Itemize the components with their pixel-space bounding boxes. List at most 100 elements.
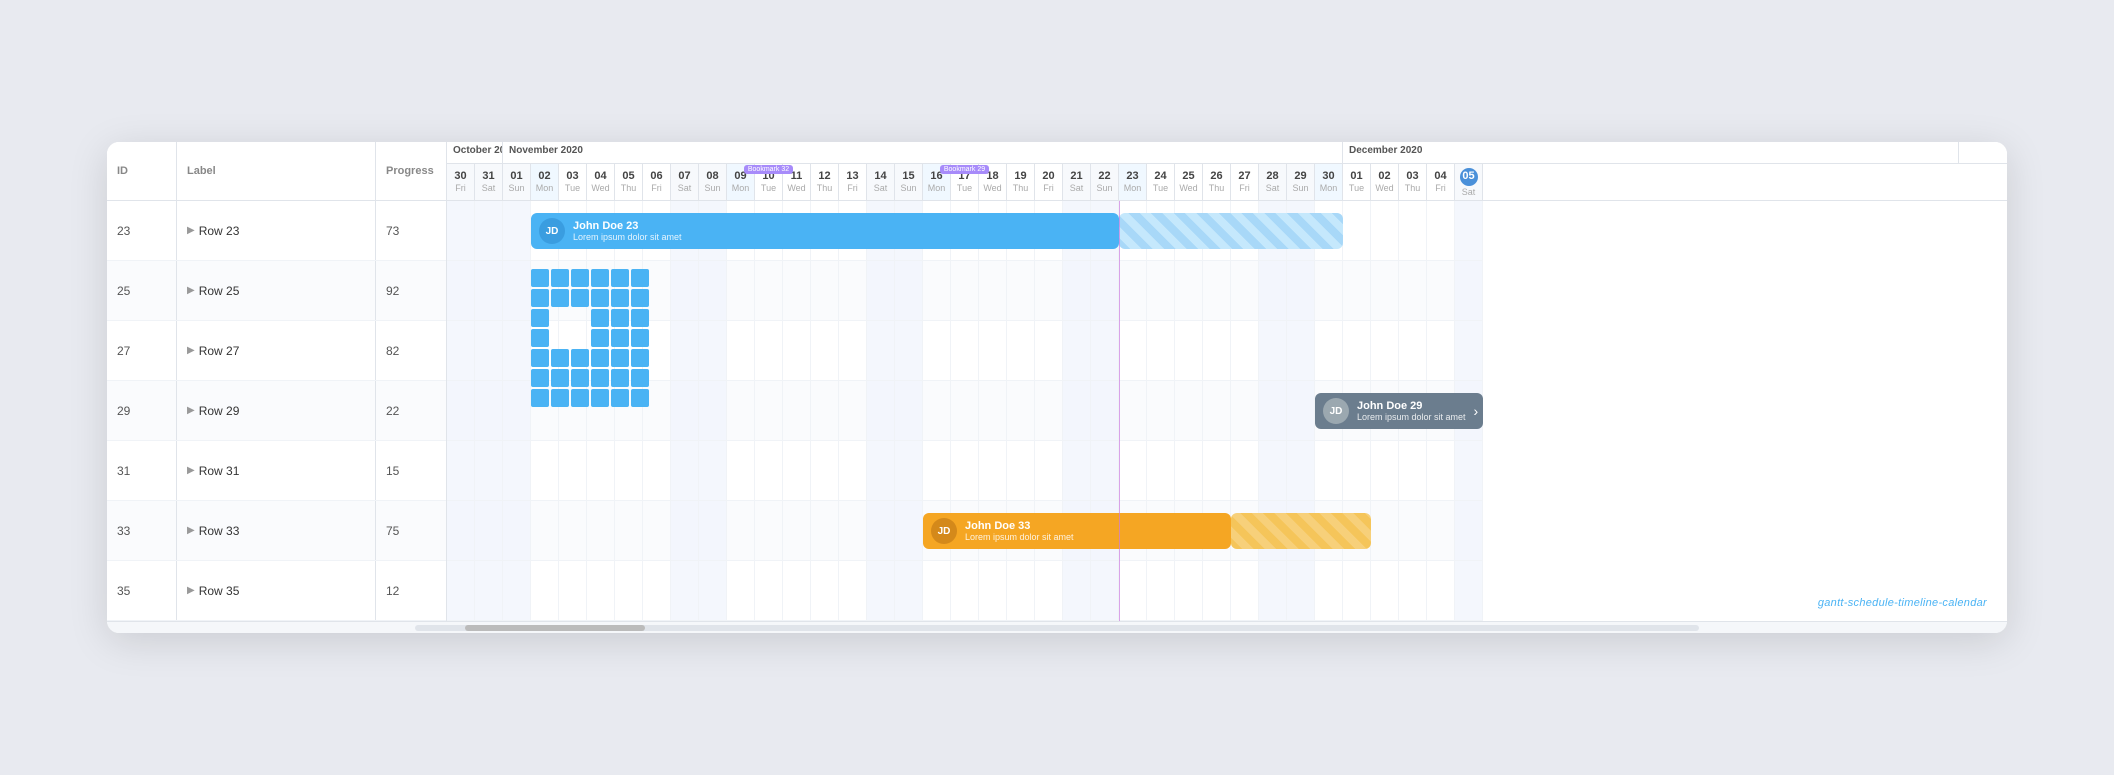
cell-label: ▶ Row 27 xyxy=(177,321,376,380)
gantt-bar[interactable]: JDJohn Doe 29Lorem ipsum dolor sit amet› xyxy=(1315,393,1483,429)
day-num: 26 xyxy=(1210,171,1222,182)
timeline-cell xyxy=(447,381,475,440)
timeline-cell xyxy=(699,441,727,500)
watermark-label: gantt-schedule-timeline-calendar xyxy=(1818,597,1987,609)
date-cell-13: 12Thu xyxy=(811,164,839,200)
timeline-cell xyxy=(811,381,839,440)
cell-id: 29 xyxy=(107,381,177,440)
timeline-cell xyxy=(475,381,503,440)
cell-label: ▶Row 23 xyxy=(177,201,376,260)
date-row: 30Fri31Sat01Sun02Mon03Tue04Wed05Thu06Fri… xyxy=(447,164,2007,200)
timeline-cell xyxy=(1147,441,1175,500)
timeline-cell xyxy=(1035,441,1063,500)
day-name: Fri xyxy=(1043,184,1054,193)
timeline-cell xyxy=(1259,261,1287,320)
day-name: Sun xyxy=(1096,184,1112,193)
timeline-cell xyxy=(895,501,923,560)
timeline-cell xyxy=(895,561,923,620)
expand-icon[interactable]: ▶ xyxy=(187,585,195,596)
logo-pattern xyxy=(531,269,689,407)
pattern-square xyxy=(631,349,649,367)
timeline-cell xyxy=(1315,321,1343,380)
gantt-bar[interactable] xyxy=(1119,213,1343,249)
timeline-cell xyxy=(1119,261,1147,320)
table-row: 31▶Row 3115 xyxy=(107,441,446,501)
day-num: 05 xyxy=(1460,168,1478,186)
timeline-cell xyxy=(1455,261,1483,320)
timeline-cell xyxy=(1259,561,1287,620)
timeline-cell xyxy=(783,441,811,500)
day-num: 25 xyxy=(1182,171,1194,182)
scrollbar-track[interactable] xyxy=(415,625,1699,631)
col-label-header: Label xyxy=(177,142,376,200)
month-row: October 202November 2020December 2020 xyxy=(447,142,2007,164)
cell-progress: 75 xyxy=(376,501,446,560)
date-cell-22: 21Sat xyxy=(1063,164,1091,200)
left-panel-header: ID Label Progress xyxy=(107,142,447,200)
day-name: Fri xyxy=(1239,184,1250,193)
table-row: 27▶Row 2782 xyxy=(107,321,446,381)
day-num: 06 xyxy=(650,171,662,182)
timeline-cell xyxy=(699,561,727,620)
timeline-cell xyxy=(1371,261,1399,320)
timeline-cell xyxy=(1035,261,1063,320)
gantt-bar[interactable] xyxy=(1231,513,1371,549)
day-num: 28 xyxy=(1266,171,1278,182)
month-label-1: November 2020 xyxy=(503,142,1343,163)
timeline-cell xyxy=(1287,381,1315,440)
timeline-cell xyxy=(1427,501,1455,560)
cell-id: 25 xyxy=(107,261,177,320)
timeline-cell xyxy=(895,441,923,500)
pattern-square xyxy=(571,289,589,307)
day-name: Wed xyxy=(983,184,1001,193)
avatar: JD xyxy=(1323,398,1349,424)
gantt-bar[interactable]: JDJohn Doe 33Lorem ipsum dolor sit amet xyxy=(923,513,1231,549)
timeline-cell xyxy=(1427,561,1455,620)
day-num: 21 xyxy=(1070,171,1082,182)
table-row: 33▶Row 3375 xyxy=(107,501,446,561)
timeline-cell xyxy=(867,501,895,560)
pattern-square xyxy=(611,349,629,367)
pattern-square xyxy=(571,349,589,367)
timeline-cell xyxy=(503,501,531,560)
timeline-cell xyxy=(671,561,699,620)
pattern-square xyxy=(591,329,609,347)
pattern-square xyxy=(591,269,609,287)
expand-icon[interactable]: ▶ xyxy=(187,225,195,236)
cell-progress: 92 xyxy=(376,261,446,320)
timeline-cell xyxy=(811,321,839,380)
timeline-cell xyxy=(1007,321,1035,380)
expand-icon[interactable]: ▶ xyxy=(187,285,195,296)
timeline-cell xyxy=(839,321,867,380)
row-label-text: Row 33 xyxy=(199,524,240,538)
date-cell-20: 19Thu xyxy=(1007,164,1035,200)
timeline-cell xyxy=(475,321,503,380)
date-cell-33: 02Wed xyxy=(1371,164,1399,200)
timeline-cell xyxy=(1427,201,1455,260)
expand-icon[interactable]: ▶ xyxy=(187,345,195,356)
timeline-cell xyxy=(503,561,531,620)
timeline-body[interactable]: JDJohn Doe 23Lorem ipsum dolor sit amet J… xyxy=(447,201,2007,621)
timeline-cell xyxy=(1259,381,1287,440)
timeline-cell xyxy=(867,381,895,440)
expand-icon[interactable]: ▶ xyxy=(187,405,195,416)
timeline-cell xyxy=(1231,441,1259,500)
expand-icon[interactable]: ▶ xyxy=(187,525,195,536)
timeline-cell xyxy=(923,261,951,320)
timeline-cell xyxy=(727,261,755,320)
timeline-cell xyxy=(1035,381,1063,440)
scrollbar-thumb[interactable] xyxy=(465,625,645,631)
date-cell-14: 13Fri xyxy=(839,164,867,200)
timeline-cell xyxy=(615,441,643,500)
timeline-cell xyxy=(1175,441,1203,500)
expand-icon[interactable]: ▶ xyxy=(187,465,195,476)
day-name: Fri xyxy=(455,184,466,193)
table-row: 29▶Row 2922 xyxy=(107,381,446,441)
timeline-cell xyxy=(727,381,755,440)
timeline-cell xyxy=(1007,561,1035,620)
left-panel: 23▶Row 237325▶Row 259227▶Row 278229▶Row … xyxy=(107,201,447,621)
row-label-text: Row 27 xyxy=(199,344,240,358)
date-cell-16: 15Sun xyxy=(895,164,923,200)
timeline-cell xyxy=(867,261,895,320)
gantt-bar[interactable]: JDJohn Doe 23Lorem ipsum dolor sit amet xyxy=(531,213,1119,249)
